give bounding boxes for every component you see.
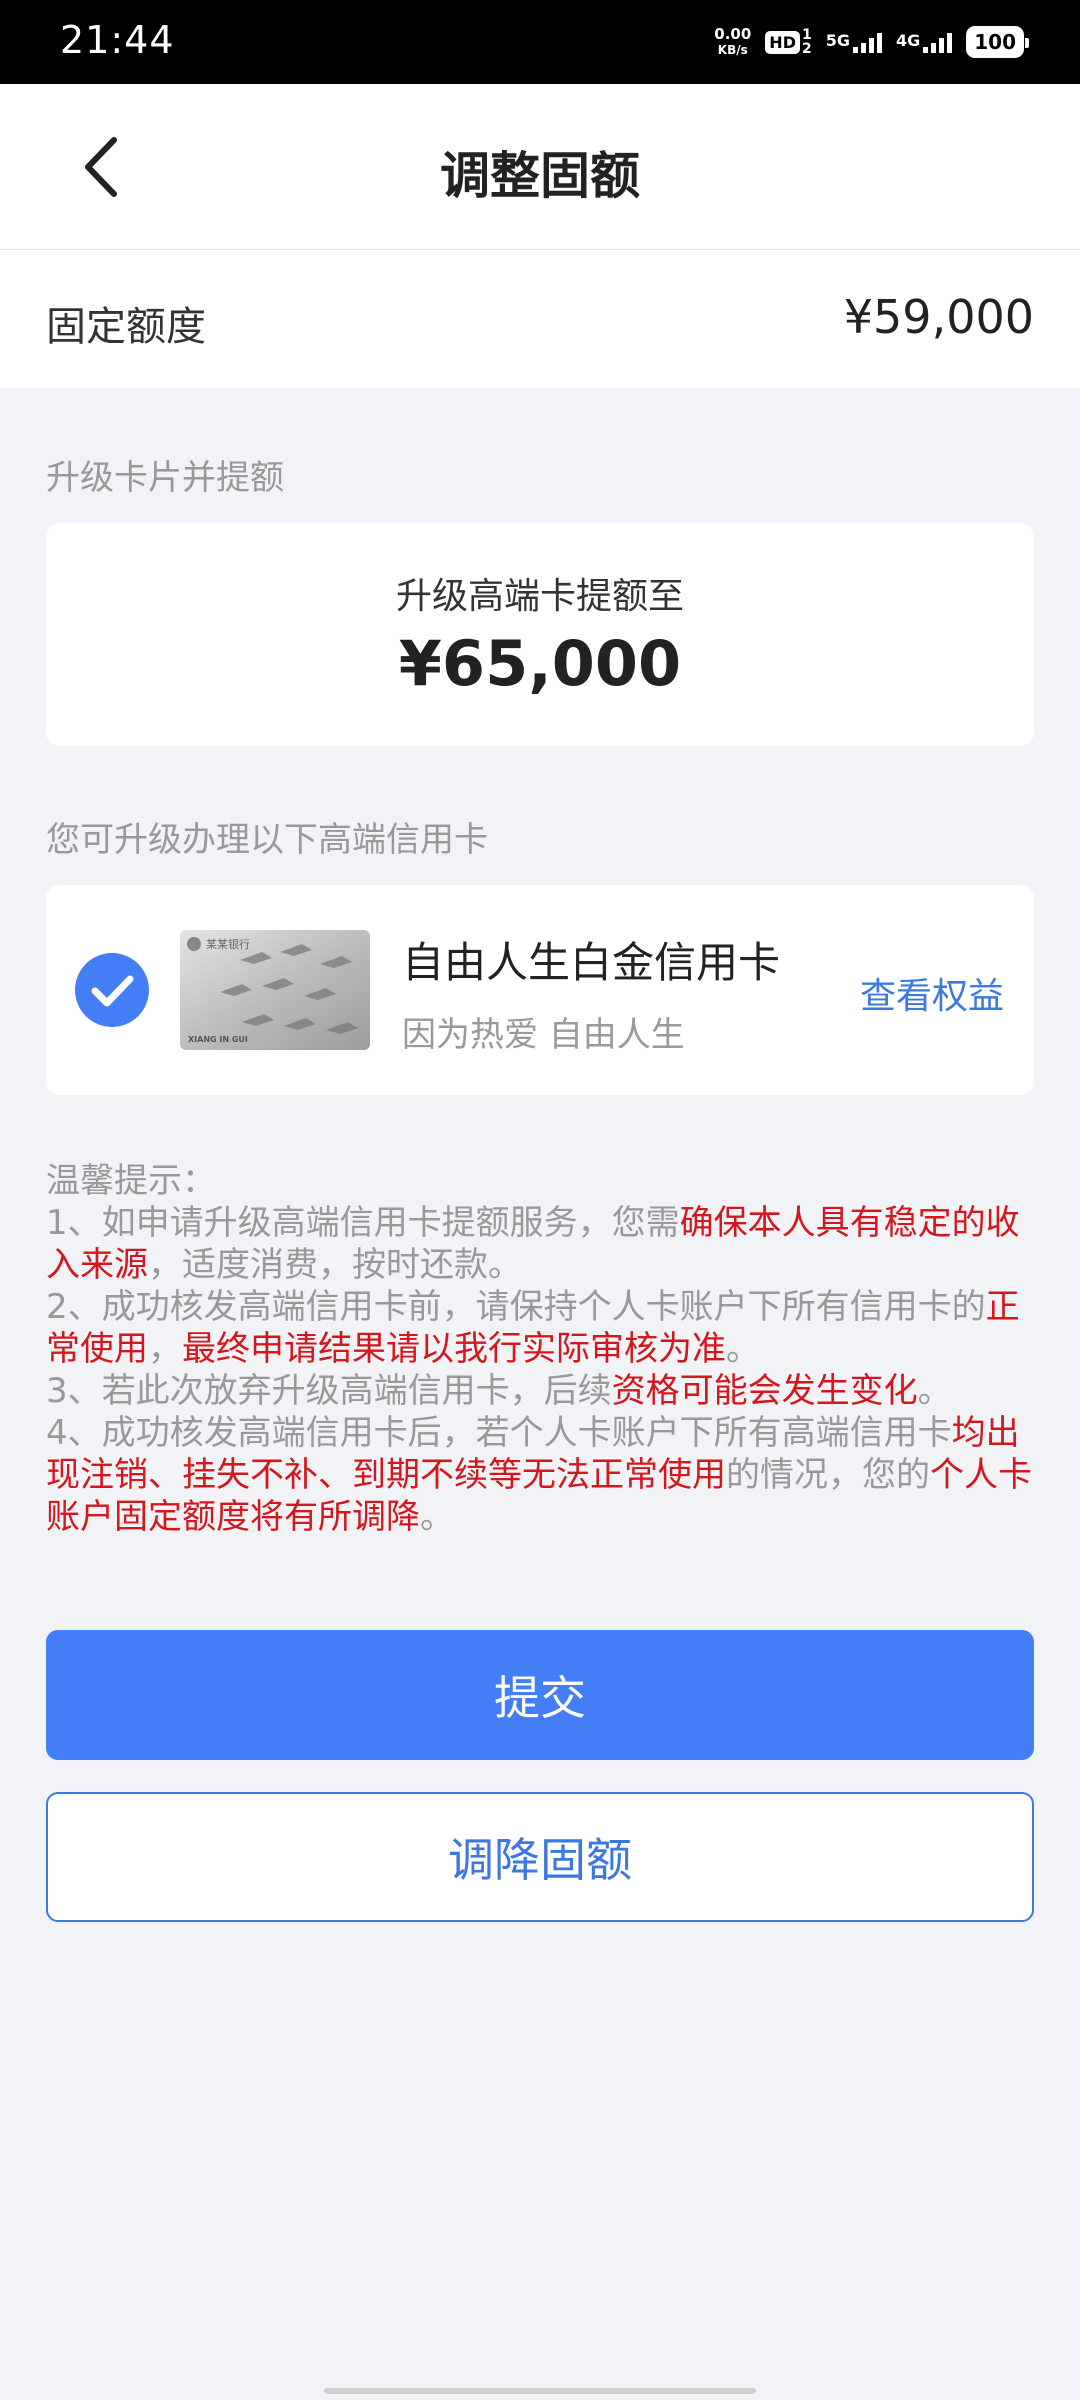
tip-text: ， — [148, 1329, 182, 1369]
signal-5g-icon: 5G — [826, 31, 882, 53]
tip-item-3: 3、若此次放弃升级高端信用卡，后续资格可能会发生变化。 — [46, 1370, 1042, 1412]
status-icons: 0.00 KB/s HD 1 2 5G 4G 100 — [714, 22, 1029, 62]
check-circle-icon[interactable] — [74, 952, 150, 1028]
card-slogan: 因为热爱 自由人生 — [402, 1015, 685, 1055]
tip-text: ，适度消费，按时还款。 — [148, 1245, 522, 1285]
tip-text: 2、成功核发高端信用卡前，请保持个人卡账户下所有信用卡的 — [46, 1287, 986, 1327]
signal-bars-icon — [852, 31, 882, 53]
hd-voice-indicator: HD 1 2 — [765, 28, 812, 56]
signal-4g-icon: 4G — [895, 31, 953, 53]
card-holder-text: XIANG IN GUI — [188, 1035, 248, 1044]
card-section-label: 您可升级办理以下高端信用卡 — [46, 820, 488, 860]
hd-icon: HD — [765, 30, 800, 54]
signal-5g-label: 5G — [825, 31, 850, 50]
fixed-quota-row: 固定额度 ¥59,000 — [0, 250, 1080, 388]
tip-text: 4、成功核发高端信用卡后，若个人卡账户下所有高端信用卡 — [46, 1413, 952, 1453]
upgrade-caption: 升级高端卡提额至 — [395, 576, 684, 617]
net-speed-unit: KB/s — [717, 43, 748, 57]
tip-text: 的情况，您的 — [726, 1455, 930, 1495]
tip-item-2: 2、成功核发高端信用卡前，请保持个人卡账户下所有信用卡的正常使用，最终申请结果请… — [46, 1286, 1042, 1370]
sim-indicator: 1 2 — [802, 28, 812, 56]
checkmark-icon — [75, 953, 149, 1027]
tip-text: 。 — [726, 1329, 760, 1369]
tip-text: 3、若此次放弃升级高端信用卡，后续 — [46, 1371, 612, 1411]
home-indicator[interactable] — [324, 2388, 756, 2394]
tip-highlight: 最终申请结果请以我行实际审核为准 — [182, 1329, 726, 1369]
net-speed: 0.00 KB/s — [714, 26, 751, 58]
card-option-item[interactable]: 某某银行 XIANG IN GUI 自由人生白金信用卡 因为热爱 自由人生 查看… — [46, 885, 1034, 1095]
upgrade-amount-box: 升级高端卡提额至 ¥65,000 — [46, 523, 1034, 746]
reduce-quota-button[interactable]: 调降固额 — [46, 1792, 1034, 1922]
submit-button[interactable]: 提交 — [46, 1630, 1034, 1760]
net-speed-value: 0.00 — [714, 25, 752, 43]
tip-text: 。 — [917, 1371, 952, 1411]
upgrade-amount: ¥65,000 — [398, 627, 682, 700]
tips-block: 温馨提示： 1、如申请升级高端信用卡提额服务，您需确保本人具有稳定的收入来源，适… — [46, 1160, 1042, 1538]
view-benefits-link[interactable]: 查看权益 — [860, 967, 1004, 1019]
credit-card-image: 某某银行 XIANG IN GUI — [180, 930, 370, 1050]
status-bar: 21:44 0.00 KB/s HD 1 2 5G 4G 100 — [0, 0, 1080, 84]
signal-4g-label: 4G — [895, 31, 921, 50]
sim-top: 1 — [801, 27, 812, 43]
upgrade-section-label: 升级卡片并提额 — [46, 458, 284, 498]
nav-bar: 调整固额 — [0, 84, 1080, 250]
tip-text: 1、如申请升级高端信用卡提额服务，您需 — [46, 1203, 680, 1243]
status-time: 21:44 — [60, 18, 175, 62]
tip-text: 。 — [420, 1497, 454, 1537]
sim-bottom: 2 — [801, 41, 812, 57]
signal-bars-icon — [923, 31, 953, 53]
battery-icon: 100 — [966, 26, 1029, 58]
tip-item-4: 4、成功核发高端信用卡后，若个人卡账户下所有高端信用卡均出现注销、挂失不补、到期… — [46, 1412, 1042, 1538]
page-title: 调整固额 — [440, 147, 640, 205]
fixed-quota-value: ¥59,000 — [843, 290, 1034, 344]
tip-highlight: 资格可能会发生变化 — [611, 1371, 918, 1411]
card-name: 自由人生白金信用卡 — [402, 938, 781, 987]
fixed-quota-label: 固定额度 — [46, 304, 206, 350]
card-brand-text: 某某银行 — [206, 938, 250, 951]
tips-title: 温馨提示： — [46, 1161, 216, 1201]
tip-item-1: 1、如申请升级高端信用卡提额服务，您需确保本人具有稳定的收入来源，适度消费，按时… — [46, 1202, 1042, 1286]
